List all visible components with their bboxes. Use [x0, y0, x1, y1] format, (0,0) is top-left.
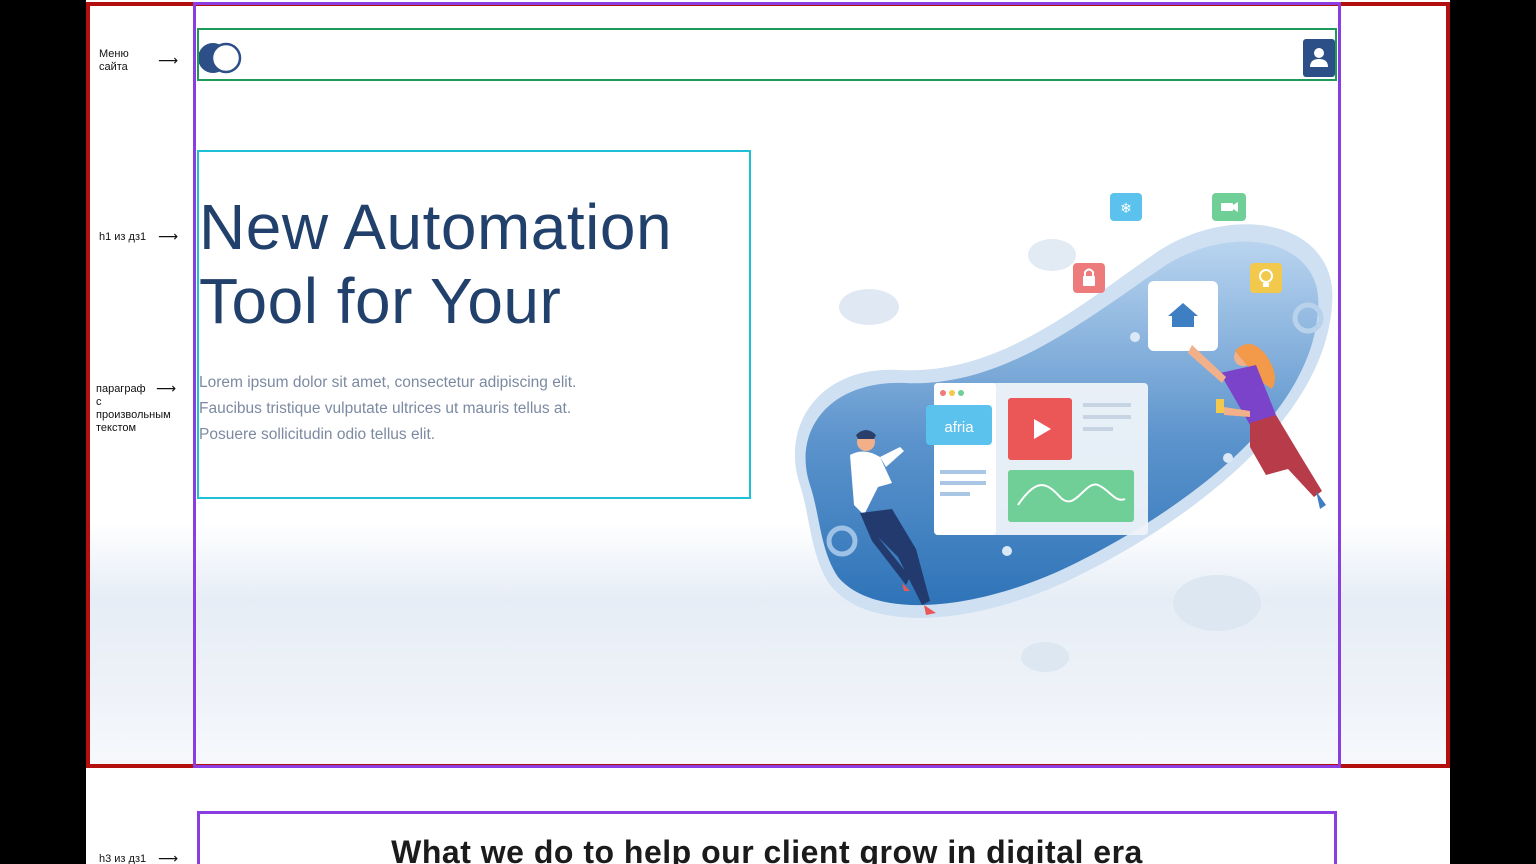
arrow-right-icon: ⟶ [158, 851, 179, 864]
hero-text-outline [197, 150, 751, 499]
annotation-h3: h3 из дз1 [99, 853, 147, 864]
header-menu-outline [197, 28, 1337, 81]
section-outline [197, 811, 1337, 864]
